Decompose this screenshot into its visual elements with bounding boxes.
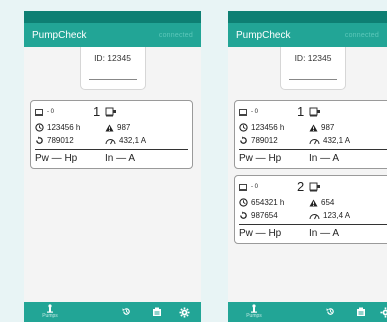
nav-pumps-tab[interactable]: Pumps <box>42 304 58 319</box>
in-current-value: In — A <box>309 152 340 164</box>
warning-icon <box>309 123 318 132</box>
connection-status: connected <box>344 31 379 39</box>
current-value: 432,1 A <box>119 136 147 145</box>
cycle-icon <box>240 211 247 219</box>
cycle-count: 789012 <box>251 136 278 145</box>
pump-number: 2 <box>297 179 305 194</box>
small-value: - 0 <box>251 184 259 190</box>
bottom-nav: Pumps <box>24 302 201 322</box>
id-underline <box>88 79 137 80</box>
device-id-box[interactable]: ID: 12345 <box>280 47 346 90</box>
pump-icon <box>47 304 53 313</box>
status-bar <box>24 11 201 23</box>
pump-icon <box>309 182 320 192</box>
pump-icon <box>105 107 116 117</box>
cycle-count: 987654 <box>251 211 278 220</box>
pump-number: 1 <box>93 104 101 119</box>
current-value: 123,4 A <box>323 211 351 220</box>
phone-screen-single: PumpCheck connected ID: 12345 - 0 1 1234… <box>24 11 201 322</box>
runtime-value: 123456 h <box>47 123 81 132</box>
small-value: - 0 <box>47 109 55 115</box>
small-value: - 0 <box>251 109 259 115</box>
id-underline <box>289 79 337 80</box>
current-icon <box>309 213 320 219</box>
pump-number: 1 <box>297 104 305 119</box>
app-title: PumpCheck <box>32 29 87 41</box>
clock-icon <box>239 123 248 132</box>
level-icon <box>239 183 247 191</box>
warning-icon <box>105 123 114 132</box>
current-icon <box>309 138 320 144</box>
alarm-count: 987 <box>117 123 131 132</box>
in-current-value: In — A <box>309 227 340 239</box>
current-icon <box>105 138 116 144</box>
pump-card-1[interactable]: - 0 1 123456 h 987 789012 432,1 A Pw — H… <box>30 100 193 169</box>
pump-card-2[interactable]: - 0 2 654321 h 654 987654 123,4 A Pw — H… <box>234 175 387 244</box>
current-value: 432,1 A <box>323 136 351 145</box>
pump-card-1[interactable]: - 0 1 123456 h 987 789012 432,1 A Pw — H… <box>234 100 387 169</box>
runtime-value: 654321 h <box>251 198 285 207</box>
runtime-value: 123456 h <box>251 123 285 132</box>
history-icon[interactable] <box>122 307 131 316</box>
in-current-value: In — A <box>105 152 136 164</box>
bottom-nav: Pumps <box>228 302 387 322</box>
app-title: PumpCheck <box>236 29 291 41</box>
clock-icon <box>35 123 44 132</box>
gear-icon[interactable] <box>179 307 190 318</box>
nav-pumps-tab[interactable]: Pumps <box>246 304 262 319</box>
app-bar: PumpCheck connected <box>24 23 201 47</box>
phone-screen-multi: PumpCheck connected ID: 12345 - 0 1 1234… <box>228 11 387 322</box>
level-icon <box>35 108 43 116</box>
app-bar: PumpCheck connected <box>228 23 387 47</box>
status-bar <box>228 11 387 23</box>
alarm-count: 987 <box>321 123 335 132</box>
cycle-count: 789012 <box>47 136 74 145</box>
warning-icon <box>309 198 318 207</box>
divider <box>239 149 387 150</box>
report-icon[interactable] <box>152 307 162 317</box>
cycle-icon <box>36 136 43 144</box>
device-id: ID: 12345 <box>294 53 332 63</box>
cycle-icon <box>240 136 247 144</box>
pump-icon <box>309 107 320 117</box>
nav-pumps-label: Pumps <box>246 313 262 319</box>
device-id-box[interactable]: ID: 12345 <box>79 47 146 90</box>
pump-icon <box>251 304 257 313</box>
divider <box>35 149 188 150</box>
gear-icon[interactable] <box>380 307 387 318</box>
connection-status: connected <box>158 31 193 39</box>
nav-pumps-label: Pumps <box>42 313 58 319</box>
power-value: Pw — Hp <box>35 152 78 164</box>
power-value: Pw — Hp <box>239 227 282 239</box>
level-icon <box>239 108 247 116</box>
report-icon[interactable] <box>356 307 366 317</box>
device-id: ID: 12345 <box>94 53 131 63</box>
divider <box>239 224 387 225</box>
history-icon[interactable] <box>326 307 335 316</box>
alarm-count: 654 <box>321 198 335 207</box>
clock-icon <box>239 198 248 207</box>
power-value: Pw — Hp <box>239 152 282 164</box>
